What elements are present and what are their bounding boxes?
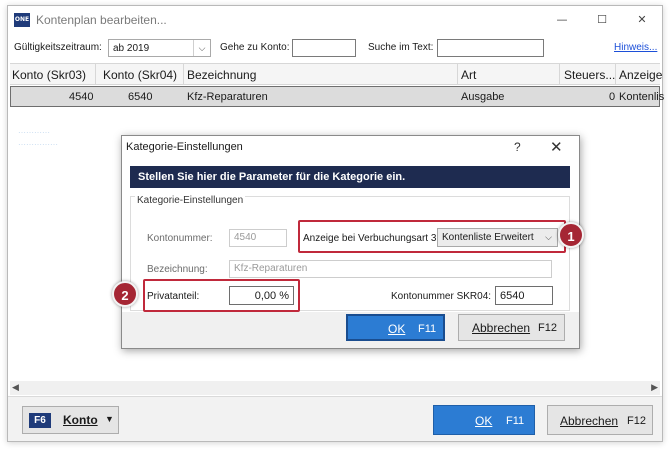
dialog-ok-label: OK	[388, 322, 406, 336]
skr04-label: Kontonummer SKR04:	[391, 291, 492, 302]
scroll-left-icon[interactable]: ◀	[12, 382, 19, 393]
dialog-title: Kategorie-Einstellungen	[126, 141, 243, 153]
column-header-skr04[interactable]: Konto (Skr04)	[103, 68, 177, 82]
dialog-banner: Stellen Sie hier die Parameter für die K…	[130, 166, 570, 188]
highlight-anzeige	[298, 220, 566, 253]
ok-button-label: OK	[475, 414, 493, 428]
bezeichnung-label: Bezeichnung:	[147, 264, 208, 275]
help-icon[interactable]: ?	[514, 140, 521, 154]
dialog-cancel-label: Abbrechen	[472, 321, 531, 335]
dialog-cancel-key: F12	[538, 322, 557, 334]
column-header-skr03[interactable]: Konto (Skr03)	[12, 68, 86, 82]
category-settings-dialog: Kategorie-Einstellungen ? ✕ Stellen Sie …	[121, 135, 580, 349]
table-row[interactable]: 4540 6540 Kfz-Reparaturen Ausgabe 0 Kont…	[10, 86, 664, 107]
dialog-ok-button[interactable]: OK F11	[346, 314, 445, 341]
period-value: ab 2019	[113, 43, 150, 54]
callout-badge-2: 2	[112, 281, 138, 307]
column-header-bezeichnung[interactable]: Bezeichnung	[187, 68, 256, 82]
konto-key-badge: F6	[29, 413, 51, 428]
title-bar: ONE Kontenplan bearbeiten... — ☐ ✕	[8, 6, 662, 34]
goto-account-input[interactable]	[292, 39, 356, 57]
konto-button-label: Konto	[63, 413, 98, 427]
ok-button-key: F11	[506, 415, 525, 427]
cell-skr04: 6540	[128, 91, 153, 103]
settings-group: Kategorie-Einstellungen Kontonummer: 454…	[130, 195, 570, 312]
filter-toolbar: Gültigkeitszeitraum: ab 2019 ⌵ Gehe zu K…	[8, 36, 662, 62]
group-title: Kategorie-Einstellungen	[135, 195, 246, 206]
minimize-icon[interactable]: —	[542, 6, 582, 34]
ghost-rows-decoration: ⋯⋯⋯⋯	[18, 128, 50, 137]
chevron-down-icon: ⌵	[193, 40, 210, 56]
dialog-close-icon[interactable]: ✕	[550, 138, 563, 156]
callout-badge-1: 1	[558, 222, 584, 248]
dropdown-arrow-icon: ▼	[105, 414, 114, 424]
app-logo-icon: ONE	[14, 13, 30, 27]
cancel-button-key: F12	[627, 415, 646, 427]
cell-skr03: 4540	[69, 91, 94, 103]
cell-art: Ausgabe	[461, 91, 505, 103]
kontonummer-value: 4540	[234, 232, 257, 243]
kontonummer-label: Kontonummer:	[147, 233, 213, 244]
dialog-cancel-button[interactable]: Abbrechen F12	[458, 314, 565, 341]
maximize-icon[interactable]: ☐	[582, 6, 622, 34]
kontonummer-field: 4540	[229, 229, 287, 247]
cell-bezeichnung: Kfz-Reparaturen	[187, 91, 268, 103]
period-label: Gültigkeitszeitraum:	[14, 42, 102, 53]
column-header-anzeige[interactable]: Anzeige	[619, 68, 662, 82]
scroll-right-icon[interactable]: ▶	[651, 382, 658, 393]
window-footer: F6 Konto ▼ OK F11 Abbrechen F12	[8, 396, 662, 441]
bezeichnung-value: Kfz-Reparaturen	[234, 263, 308, 274]
close-icon[interactable]: ✕	[622, 6, 662, 34]
search-label: Suche im Text:	[368, 42, 434, 53]
banner-text: Stellen Sie hier die Parameter für die K…	[138, 171, 406, 183]
column-header-steuer[interactable]: Steuers...	[564, 68, 615, 82]
konto-menu-button[interactable]: F6 Konto ▼	[22, 406, 119, 434]
column-header-art[interactable]: Art	[461, 68, 476, 82]
cancel-button[interactable]: Abbrechen F12	[547, 405, 653, 435]
cell-anzeige: Kontenlis	[619, 91, 665, 103]
cell-steuer: 0	[609, 91, 616, 103]
horizontal-scrollbar[interactable]: ◀ ▶	[10, 381, 660, 395]
skr04-input[interactable]: 6540	[495, 286, 553, 305]
ghost-rows-decoration-2: ⋯⋯⋯⋯⋯	[18, 140, 58, 149]
goto-label: Gehe zu Konto:	[220, 42, 290, 53]
highlight-privatanteil	[143, 279, 300, 312]
period-select[interactable]: ab 2019 ⌵	[108, 39, 211, 57]
skr04-value: 6540	[500, 290, 525, 302]
search-text-input[interactable]	[437, 39, 544, 57]
dialog-footer: OK F11 Abbrechen F12	[122, 312, 579, 348]
hint-link[interactable]: Hinweis...	[614, 42, 657, 53]
ok-button[interactable]: OK F11	[433, 405, 535, 435]
bezeichnung-field: Kfz-Reparaturen	[229, 260, 552, 278]
dialog-ok-key: F11	[418, 323, 437, 335]
window-title: Kontenplan bearbeiten...	[36, 13, 167, 27]
cancel-button-label: Abbrechen	[560, 414, 619, 428]
grid-header: Konto (Skr03) Konto (Skr04) Bezeichnung …	[10, 63, 662, 85]
